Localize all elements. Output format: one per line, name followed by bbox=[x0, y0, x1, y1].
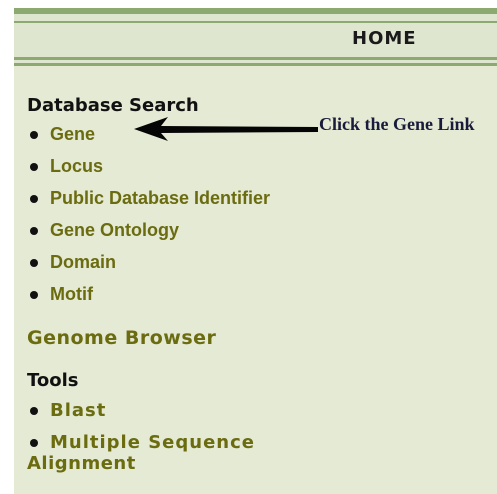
navigation-panel: HOME Database Search Gene Locus Public D… bbox=[14, 8, 497, 494]
genome-browser-link[interactable]: Genome Browser bbox=[27, 327, 216, 349]
callout-text: Click the Gene Link bbox=[319, 114, 475, 134]
nav-item-label: Motif bbox=[50, 283, 93, 304]
nav-item-label: Domain bbox=[50, 251, 117, 272]
bullet-icon bbox=[30, 195, 38, 203]
nav-item-label: Gene bbox=[50, 123, 96, 144]
nav-item-locus[interactable]: Locus bbox=[30, 154, 103, 178]
nav-item-label: Gene Ontology bbox=[50, 219, 180, 240]
nav-item-motif[interactable]: Motif bbox=[30, 282, 93, 306]
left-arrow-icon bbox=[134, 117, 318, 141]
tools-heading: Tools bbox=[27, 370, 79, 391]
bullet-icon bbox=[30, 407, 38, 415]
nav-item-domain[interactable]: Domain bbox=[30, 250, 116, 274]
nav-item-multiple-sequence-alignment[interactable]: Multiple Sequence bbox=[30, 430, 255, 454]
nav-item-label: Blast bbox=[50, 399, 107, 421]
bullet-icon bbox=[30, 439, 38, 447]
nav-item-blast[interactable]: Blast bbox=[30, 398, 106, 422]
header-rule-bottom bbox=[14, 63, 497, 66]
nav-item-public-database-identifier[interactable]: Public Database Identifier bbox=[30, 186, 270, 210]
header-rule-top bbox=[14, 21, 497, 23]
database-search-heading: Database Search bbox=[27, 95, 199, 116]
nav-item-label: Public Database Identifier bbox=[50, 187, 271, 208]
nav-item-label: Locus bbox=[50, 155, 104, 176]
bullet-icon bbox=[30, 163, 38, 171]
bullet-icon bbox=[30, 131, 38, 139]
nav-item-label: Multiple Sequence bbox=[50, 431, 255, 453]
bullet-icon bbox=[30, 259, 38, 267]
home-link[interactable]: HOME bbox=[352, 28, 417, 49]
nav-item-gene-ontology[interactable]: Gene Ontology bbox=[30, 218, 179, 242]
bullet-icon bbox=[30, 227, 38, 235]
nav-item-gene[interactable]: Gene bbox=[30, 122, 95, 146]
header-bar: HOME bbox=[14, 8, 497, 66]
alignment-link-continuation[interactable]: Alignment bbox=[27, 453, 136, 474]
bullet-icon bbox=[30, 291, 38, 299]
header-rule-mid bbox=[14, 57, 497, 60]
